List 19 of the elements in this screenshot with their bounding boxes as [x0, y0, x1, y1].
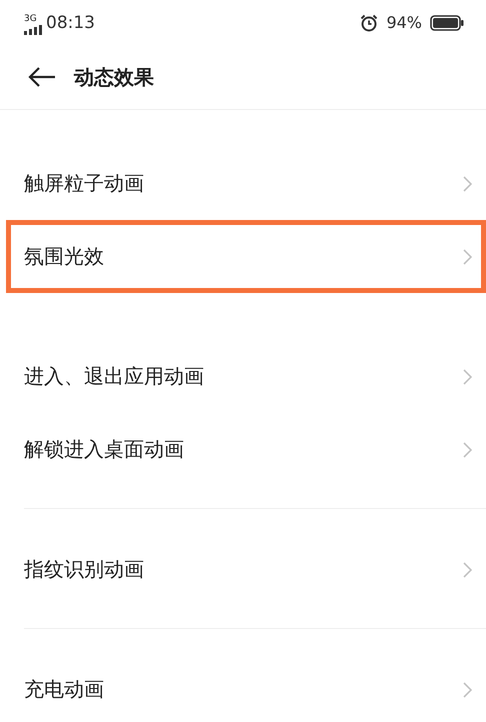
settings-item[interactable]: 触屏粒子动画 [0, 147, 486, 220]
page-title: 动态效果 [74, 64, 154, 90]
settings-item[interactable]: 进入、退出应用动画 [0, 340, 486, 413]
battery-percent: 94% [386, 13, 422, 32]
signal-icon [24, 24, 42, 34]
settings-item[interactable]: 解锁进入桌面动画 [0, 413, 486, 486]
settings-item[interactable]: 氛围光效 [6, 220, 486, 293]
chevron-right-icon [463, 248, 472, 264]
back-arrow-icon[interactable] [28, 66, 56, 88]
chevron-right-icon [463, 562, 472, 578]
chevron-right-icon [463, 442, 472, 458]
settings-item[interactable]: 充电动画 [24, 628, 486, 722]
battery-icon [430, 14, 464, 30]
network-type: 3G [24, 14, 37, 24]
settings-item[interactable]: 指纹识别动画 [24, 508, 486, 606]
status-time: 08:13 [46, 12, 95, 32]
chevron-right-icon [463, 176, 472, 192]
chevron-right-icon [463, 682, 472, 698]
chevron-right-icon [463, 368, 472, 384]
